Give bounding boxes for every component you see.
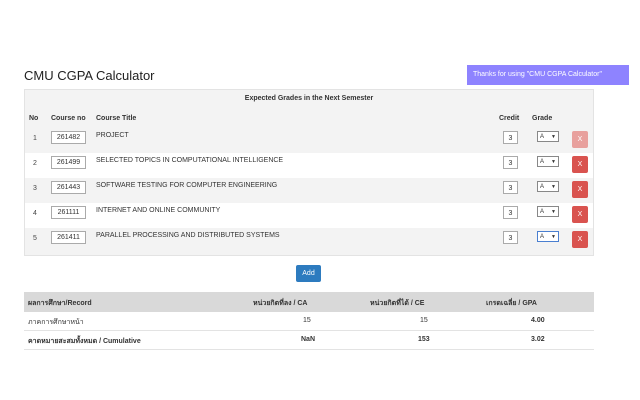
record-ce: 153 xyxy=(418,336,430,343)
chevron-down-icon: ▼ xyxy=(551,209,556,215)
grade-select[interactable]: A ▼ xyxy=(537,181,559,192)
delete-row-button[interactable]: X xyxy=(572,131,588,148)
course-row: 3 SOFTWARE TESTING FOR COMPUTER ENGINEER… xyxy=(25,178,593,203)
record-header-ca: หน่วยกิตที่ลง / CA xyxy=(253,300,308,307)
grade-select[interactable]: A ▼ xyxy=(537,231,559,242)
record-gpa: 3.02 xyxy=(531,336,545,343)
grade-select[interactable]: A ▼ xyxy=(537,206,559,217)
record-ce: 15 xyxy=(420,317,428,324)
record-ca: 15 xyxy=(303,317,311,324)
record-label: คาดหมายสะสมทั้งหมด / Cumulative xyxy=(28,338,141,345)
grade-select[interactable]: A ▼ xyxy=(537,156,559,167)
course-no-input[interactable] xyxy=(51,156,86,169)
delete-row-button[interactable]: X xyxy=(572,206,588,223)
chevron-down-icon: ▼ xyxy=(551,134,556,140)
credit-input[interactable]: 3 xyxy=(503,181,518,194)
record-table-header: ผลการศึกษา/Record หน่วยกิตที่ลง / CA หน่… xyxy=(24,292,594,312)
credit-input[interactable]: 3 xyxy=(503,156,518,169)
chevron-down-icon: ▼ xyxy=(551,159,556,165)
course-no-input[interactable] xyxy=(51,231,86,244)
row-number: 1 xyxy=(33,135,37,142)
record-row-cumulative: คาดหมายสะสมทั้งหมด / Cumulative NaN 153 … xyxy=(24,331,594,350)
record-header-gpa: เกรดเฉลี่ย / GPA xyxy=(486,300,537,307)
col-header-grade: Grade xyxy=(532,115,553,122)
chevron-down-icon: ▼ xyxy=(551,234,556,240)
course-row: 1 PROJECT 3 A▼ X xyxy=(25,128,593,153)
page-title: CMU CGPA Calculator xyxy=(24,68,155,83)
record-gpa: 4.00 xyxy=(531,317,545,324)
col-header-course-title: Course Title xyxy=(96,115,137,122)
record-label: ภาคการศึกษาหน้า xyxy=(28,319,84,326)
credit-input[interactable]: 3 xyxy=(503,231,518,244)
delete-row-button[interactable]: X xyxy=(572,156,588,173)
record-header-label: ผลการศึกษา/Record xyxy=(28,300,92,307)
course-row: 2 SELECTED TOPICS IN COMPUTATIONAL INTEL… xyxy=(25,153,593,178)
row-number: 5 xyxy=(33,235,37,242)
col-header-course-no: Course no xyxy=(51,115,86,122)
delete-row-button[interactable]: X xyxy=(572,181,588,198)
record-row-next-semester: ภาคการศึกษาหน้า 15 15 4.00 xyxy=(24,312,594,331)
course-title: SOFTWARE TESTING FOR COMPUTER ENGINEERIN… xyxy=(96,182,278,189)
course-title: PARALLEL PROCESSING AND DISTRIBUTED SYST… xyxy=(96,232,280,239)
credit-input[interactable]: 3 xyxy=(503,131,518,144)
course-no-input[interactable] xyxy=(51,206,86,219)
course-no-input[interactable] xyxy=(51,131,86,144)
grade-select[interactable]: A ▼ xyxy=(537,131,559,142)
course-row: 4 INTERNET AND ONLINE COMMUNITY 3 A▼ X xyxy=(25,203,593,228)
course-title: PROJECT xyxy=(96,132,129,139)
col-header-no: No xyxy=(29,115,39,122)
delete-row-button[interactable]: X xyxy=(572,231,588,248)
row-number: 2 xyxy=(33,160,37,167)
course-row: 5 PARALLEL PROCESSING AND DISTRIBUTED SY… xyxy=(25,228,593,253)
chevron-down-icon: ▼ xyxy=(551,184,556,190)
credit-input[interactable]: 3 xyxy=(503,206,518,219)
toast-notification: Thanks for using "CMU CGPA Calculator" xyxy=(467,65,629,85)
row-number: 3 xyxy=(33,185,37,192)
course-title: INTERNET AND ONLINE COMMUNITY xyxy=(96,207,221,214)
card-heading: Expected Grades in the Next Semester xyxy=(244,95,374,102)
expected-grades-card: Expected Grades in the Next Semester No … xyxy=(24,89,594,256)
record-ca: NaN xyxy=(301,336,316,343)
course-title: SELECTED TOPICS IN COMPUTATIONAL INTELLI… xyxy=(96,157,284,164)
add-course-button[interactable]: Add xyxy=(296,265,321,282)
record-header-ce: หน่วยกิตที่ได้ / CE xyxy=(370,300,425,307)
course-no-input[interactable] xyxy=(51,181,86,194)
col-header-credit: Credit xyxy=(499,115,520,122)
row-number: 4 xyxy=(33,210,37,217)
